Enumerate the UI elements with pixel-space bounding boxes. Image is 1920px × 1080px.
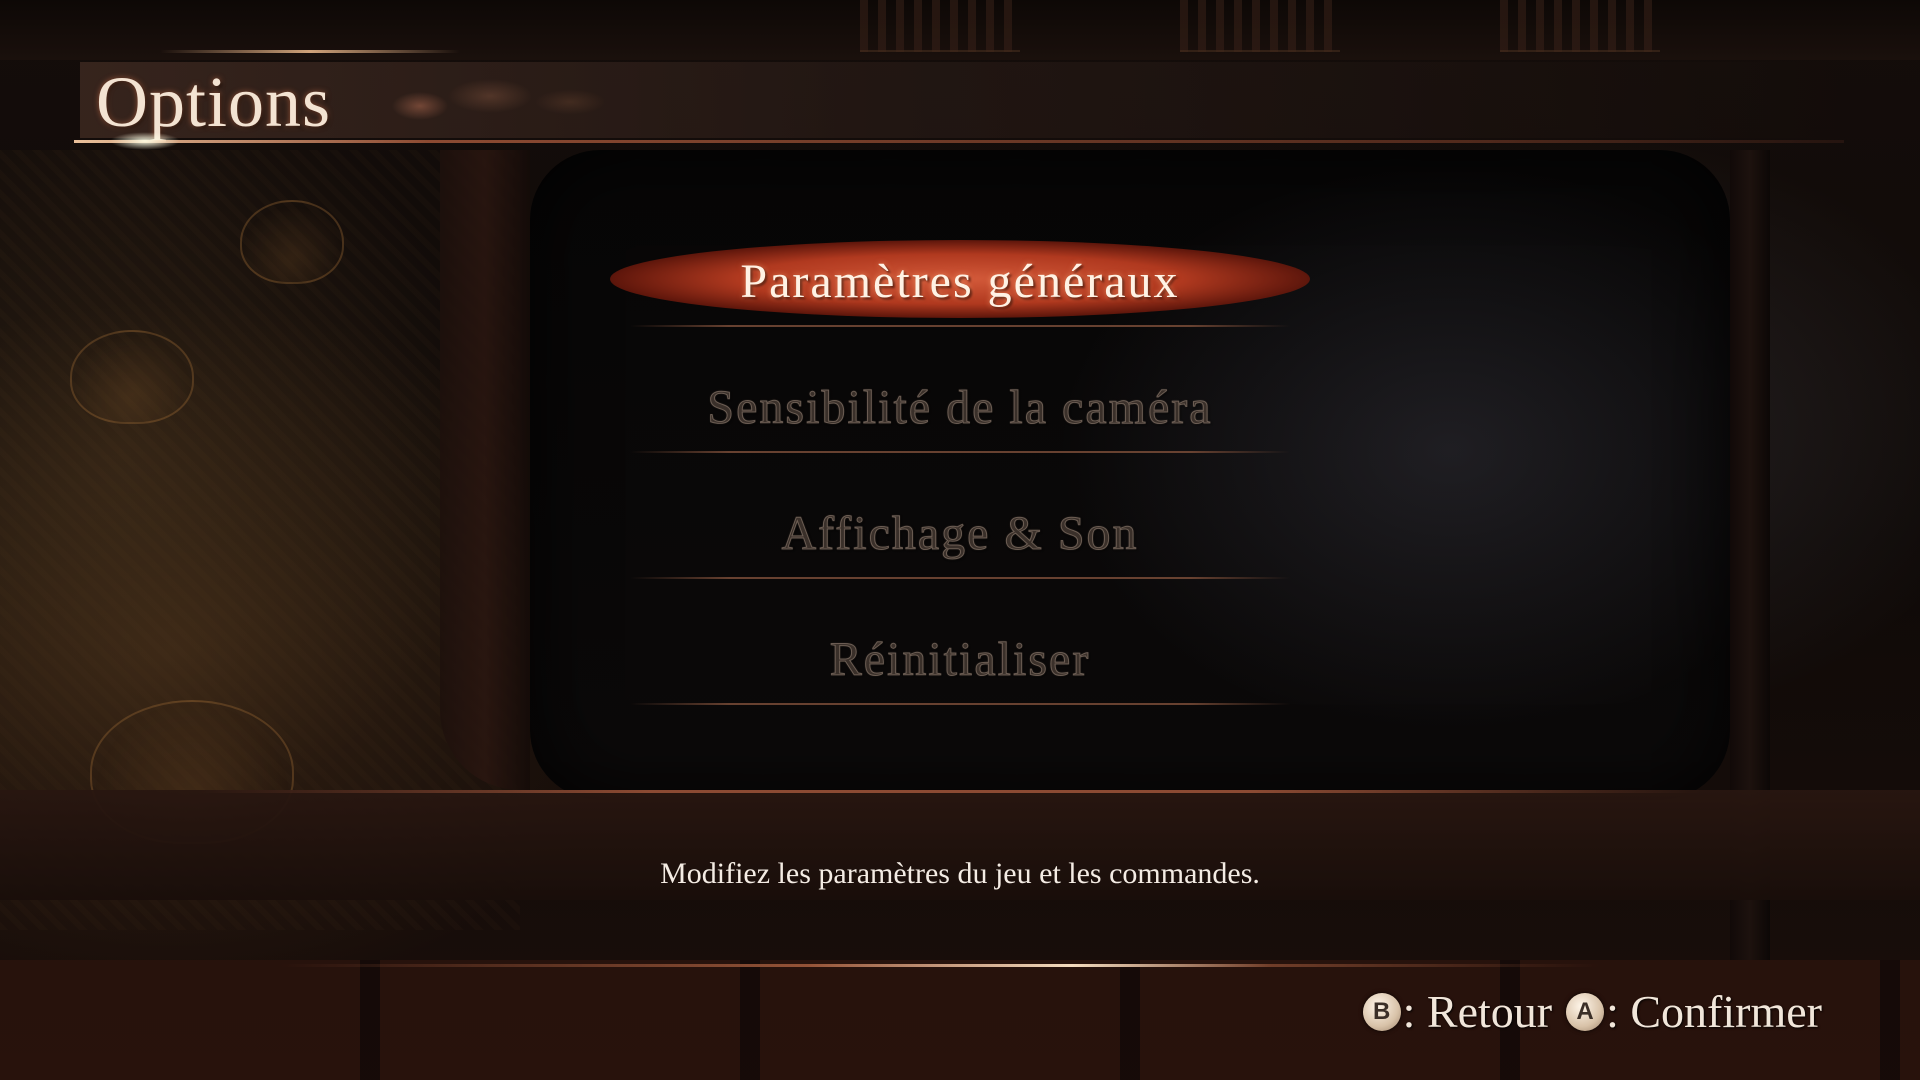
menu-description: Modifiez les paramètres du jeu et les co… [660,857,1260,890]
window-frame-left [440,150,530,790]
menu-item-general-settings[interactable]: Paramètres généraux [610,232,1310,332]
top-ornament [860,0,1020,52]
menu-item-label: Sensibilité de la caméra [707,381,1213,435]
page-title: Options [96,62,332,142]
menu-divider [630,703,1290,705]
menu-item-label: Paramètres généraux [740,255,1180,308]
menu-item-reset[interactable]: Réinitialiser [630,610,1290,710]
menu-item-display-sound[interactable]: Affichage & Son [630,484,1290,584]
window-frame-right [1730,150,1770,1080]
confirm-label: : Confirmer [1606,986,1822,1037]
menu-divider [630,451,1290,453]
back-prompt[interactable]: B : Retour [1362,982,1553,1042]
header-divider [74,140,1844,143]
confirm-prompt[interactable]: A : Confirmer [1566,982,1822,1042]
lotus-ornament [240,200,344,284]
header-bar [80,62,1840,138]
top-ornament [1180,0,1340,52]
menu-divider [630,577,1290,579]
description-divider [200,790,1700,793]
b-button-icon: B [1362,993,1401,1031]
a-button-icon: A [1566,993,1605,1031]
lotus-ornament [70,330,194,424]
options-screen: Options Paramètres généraux Sensibilité … [0,0,1920,1080]
footer-divider [280,964,1600,967]
header-glow [110,132,180,150]
header-flourish [360,66,620,132]
menu-item-label: Affichage & Son [781,507,1139,561]
back-label: : Retour [1402,986,1553,1037]
top-ornament [1500,0,1660,52]
menu-item-camera-sensitivity[interactable]: Sensibilité de la caméra [630,358,1290,458]
button-prompts: B : Retour A : Confirmer [1362,980,1822,1044]
menu-divider [630,325,1290,327]
header-top-accent [160,50,460,53]
menu-item-label: Réinitialiser [829,633,1091,687]
